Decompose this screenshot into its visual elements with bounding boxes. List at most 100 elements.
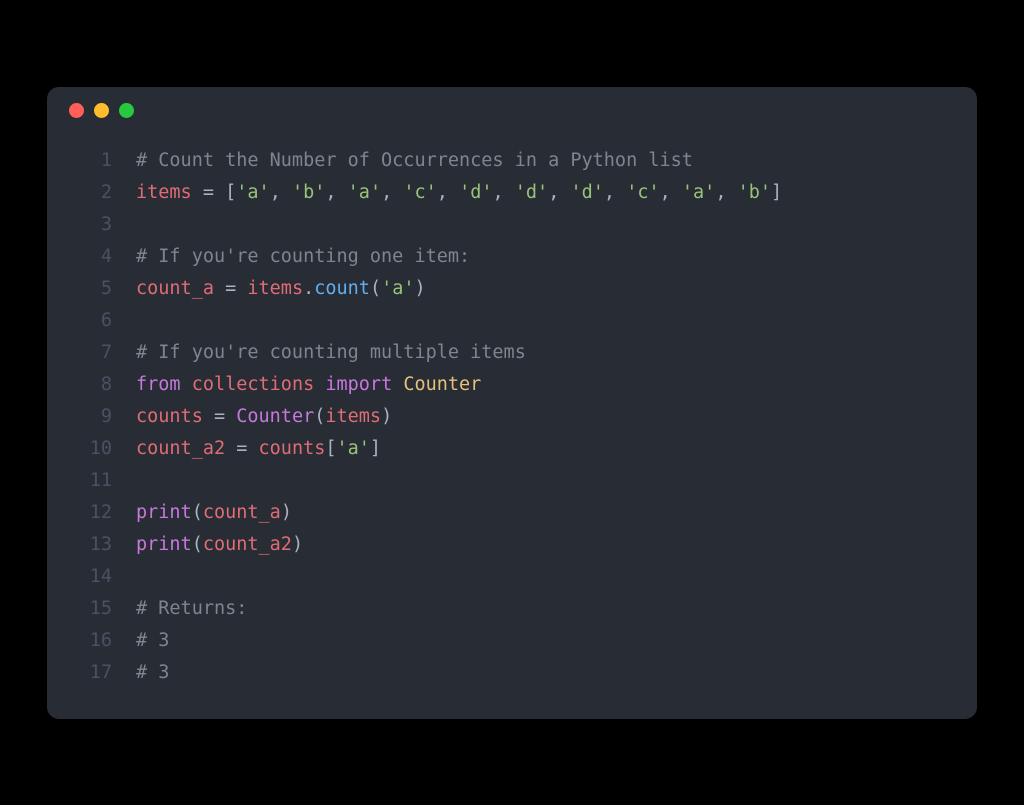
code-line[interactable]: 7# If you're counting multiple items — [67, 337, 947, 369]
code-line[interactable]: 12print(count_a) — [67, 497, 947, 529]
token: # 3 — [136, 662, 169, 683]
token: count_a2 — [136, 438, 225, 459]
token: ) — [292, 534, 303, 555]
code-content[interactable]: items = ['a', 'b', 'a', 'c', 'd', 'd', '… — [112, 177, 782, 209]
token: counts — [259, 438, 326, 459]
line-number: 11 — [67, 465, 112, 497]
token: 'a' — [337, 438, 370, 459]
token: [ — [225, 182, 236, 203]
token: ( — [192, 502, 203, 523]
token: , — [660, 182, 682, 203]
maximize-icon[interactable] — [119, 103, 134, 118]
token: print — [136, 534, 192, 555]
token: ] — [771, 182, 782, 203]
code-line[interactable]: 14 — [67, 561, 947, 593]
code-content[interactable]: count_a = items.count('a') — [112, 273, 426, 305]
code-line[interactable]: 11 — [67, 465, 947, 497]
code-line[interactable]: 3 — [67, 209, 947, 241]
token: , — [604, 182, 626, 203]
line-number: 6 — [67, 305, 112, 337]
code-line[interactable]: 13print(count_a2) — [67, 529, 947, 561]
token: 'c' — [403, 182, 436, 203]
code-content[interactable] — [112, 561, 147, 593]
token: # Returns: — [136, 598, 247, 619]
token: counts — [136, 406, 203, 427]
code-content[interactable]: # Count the Number of Occurrences in a P… — [112, 145, 693, 177]
token: ) — [281, 502, 292, 523]
token: , — [493, 182, 515, 203]
code-content[interactable]: # If you're counting one item: — [112, 241, 470, 273]
token — [214, 182, 225, 203]
token: ( — [314, 406, 325, 427]
token — [236, 278, 247, 299]
code-content[interactable]: # 3 — [112, 625, 169, 657]
token: 'b' — [292, 182, 325, 203]
code-line[interactable]: 4# If you're counting one item: — [67, 241, 947, 273]
token: ( — [370, 278, 381, 299]
minimize-icon[interactable] — [94, 103, 109, 118]
token: ] — [370, 438, 381, 459]
token: . — [303, 278, 314, 299]
token: = — [214, 406, 225, 427]
line-number: 3 — [67, 209, 112, 241]
token: count_a — [136, 278, 214, 299]
token: 'd' — [459, 182, 492, 203]
line-number: 8 — [67, 369, 112, 401]
code-content[interactable] — [112, 305, 147, 337]
token: from — [136, 374, 181, 395]
line-number: 10 — [67, 433, 112, 465]
token: 'd' — [515, 182, 548, 203]
code-line[interactable]: 1# Count the Number of Occurrences in a … — [67, 145, 947, 177]
code-line[interactable]: 10count_a2 = counts['a'] — [67, 433, 947, 465]
token: 'a' — [381, 278, 414, 299]
token: , — [381, 182, 403, 203]
code-line[interactable]: 15 # Returns: — [67, 593, 947, 625]
line-number: 5 — [67, 273, 112, 305]
token: 'c' — [626, 182, 659, 203]
token: 'd' — [570, 182, 603, 203]
code-content[interactable]: # If you're counting multiple items — [112, 337, 526, 369]
token: , — [715, 182, 737, 203]
code-content[interactable] — [112, 465, 147, 497]
token: # If you're counting one item: — [136, 246, 470, 267]
code-line[interactable]: 5count_a = items.count('a') — [67, 273, 947, 305]
token: = — [203, 182, 214, 203]
code-content[interactable]: print(count_a) — [112, 497, 292, 529]
code-line[interactable]: 8from collections import Counter — [67, 369, 947, 401]
line-number: 9 — [67, 401, 112, 433]
token: 'a' — [236, 182, 269, 203]
token — [203, 406, 214, 427]
code-content[interactable]: count_a2 = counts['a'] — [112, 433, 381, 465]
token: [ — [325, 438, 336, 459]
token: ( — [192, 534, 203, 555]
token: , — [270, 182, 292, 203]
code-line[interactable]: 6 — [67, 305, 947, 337]
line-number: 14 — [67, 561, 112, 593]
token: , — [325, 182, 347, 203]
token: # If you're counting multiple items — [136, 342, 526, 363]
code-content[interactable]: # Returns: — [112, 593, 247, 625]
token — [181, 374, 192, 395]
line-number: 15 — [67, 593, 112, 625]
line-number: 16 — [67, 625, 112, 657]
code-line[interactable]: 2items = ['a', 'b', 'a', 'c', 'd', 'd', … — [67, 177, 947, 209]
code-editor[interactable]: 1# Count the Number of Occurrences in a … — [47, 135, 977, 689]
code-line[interactable]: 16# 3 — [67, 625, 947, 657]
token — [247, 438, 258, 459]
code-content[interactable]: # 3 — [112, 657, 169, 689]
line-number: 13 — [67, 529, 112, 561]
code-content[interactable] — [112, 209, 147, 241]
code-content[interactable]: from collections import Counter — [112, 369, 481, 401]
token — [225, 406, 236, 427]
code-content[interactable]: counts = Counter(items) — [112, 401, 392, 433]
code-line[interactable]: 17# 3 — [67, 657, 947, 689]
token — [314, 374, 325, 395]
close-icon[interactable] — [69, 103, 84, 118]
token: 'a' — [682, 182, 715, 203]
window-titlebar — [47, 87, 977, 135]
token: import — [325, 374, 392, 395]
code-line[interactable]: 9counts = Counter(items) — [67, 401, 947, 433]
token: # Count the Number of Occurrences in a P… — [136, 150, 693, 171]
code-content[interactable]: print(count_a2) — [112, 529, 303, 561]
token: Counter — [236, 406, 314, 427]
